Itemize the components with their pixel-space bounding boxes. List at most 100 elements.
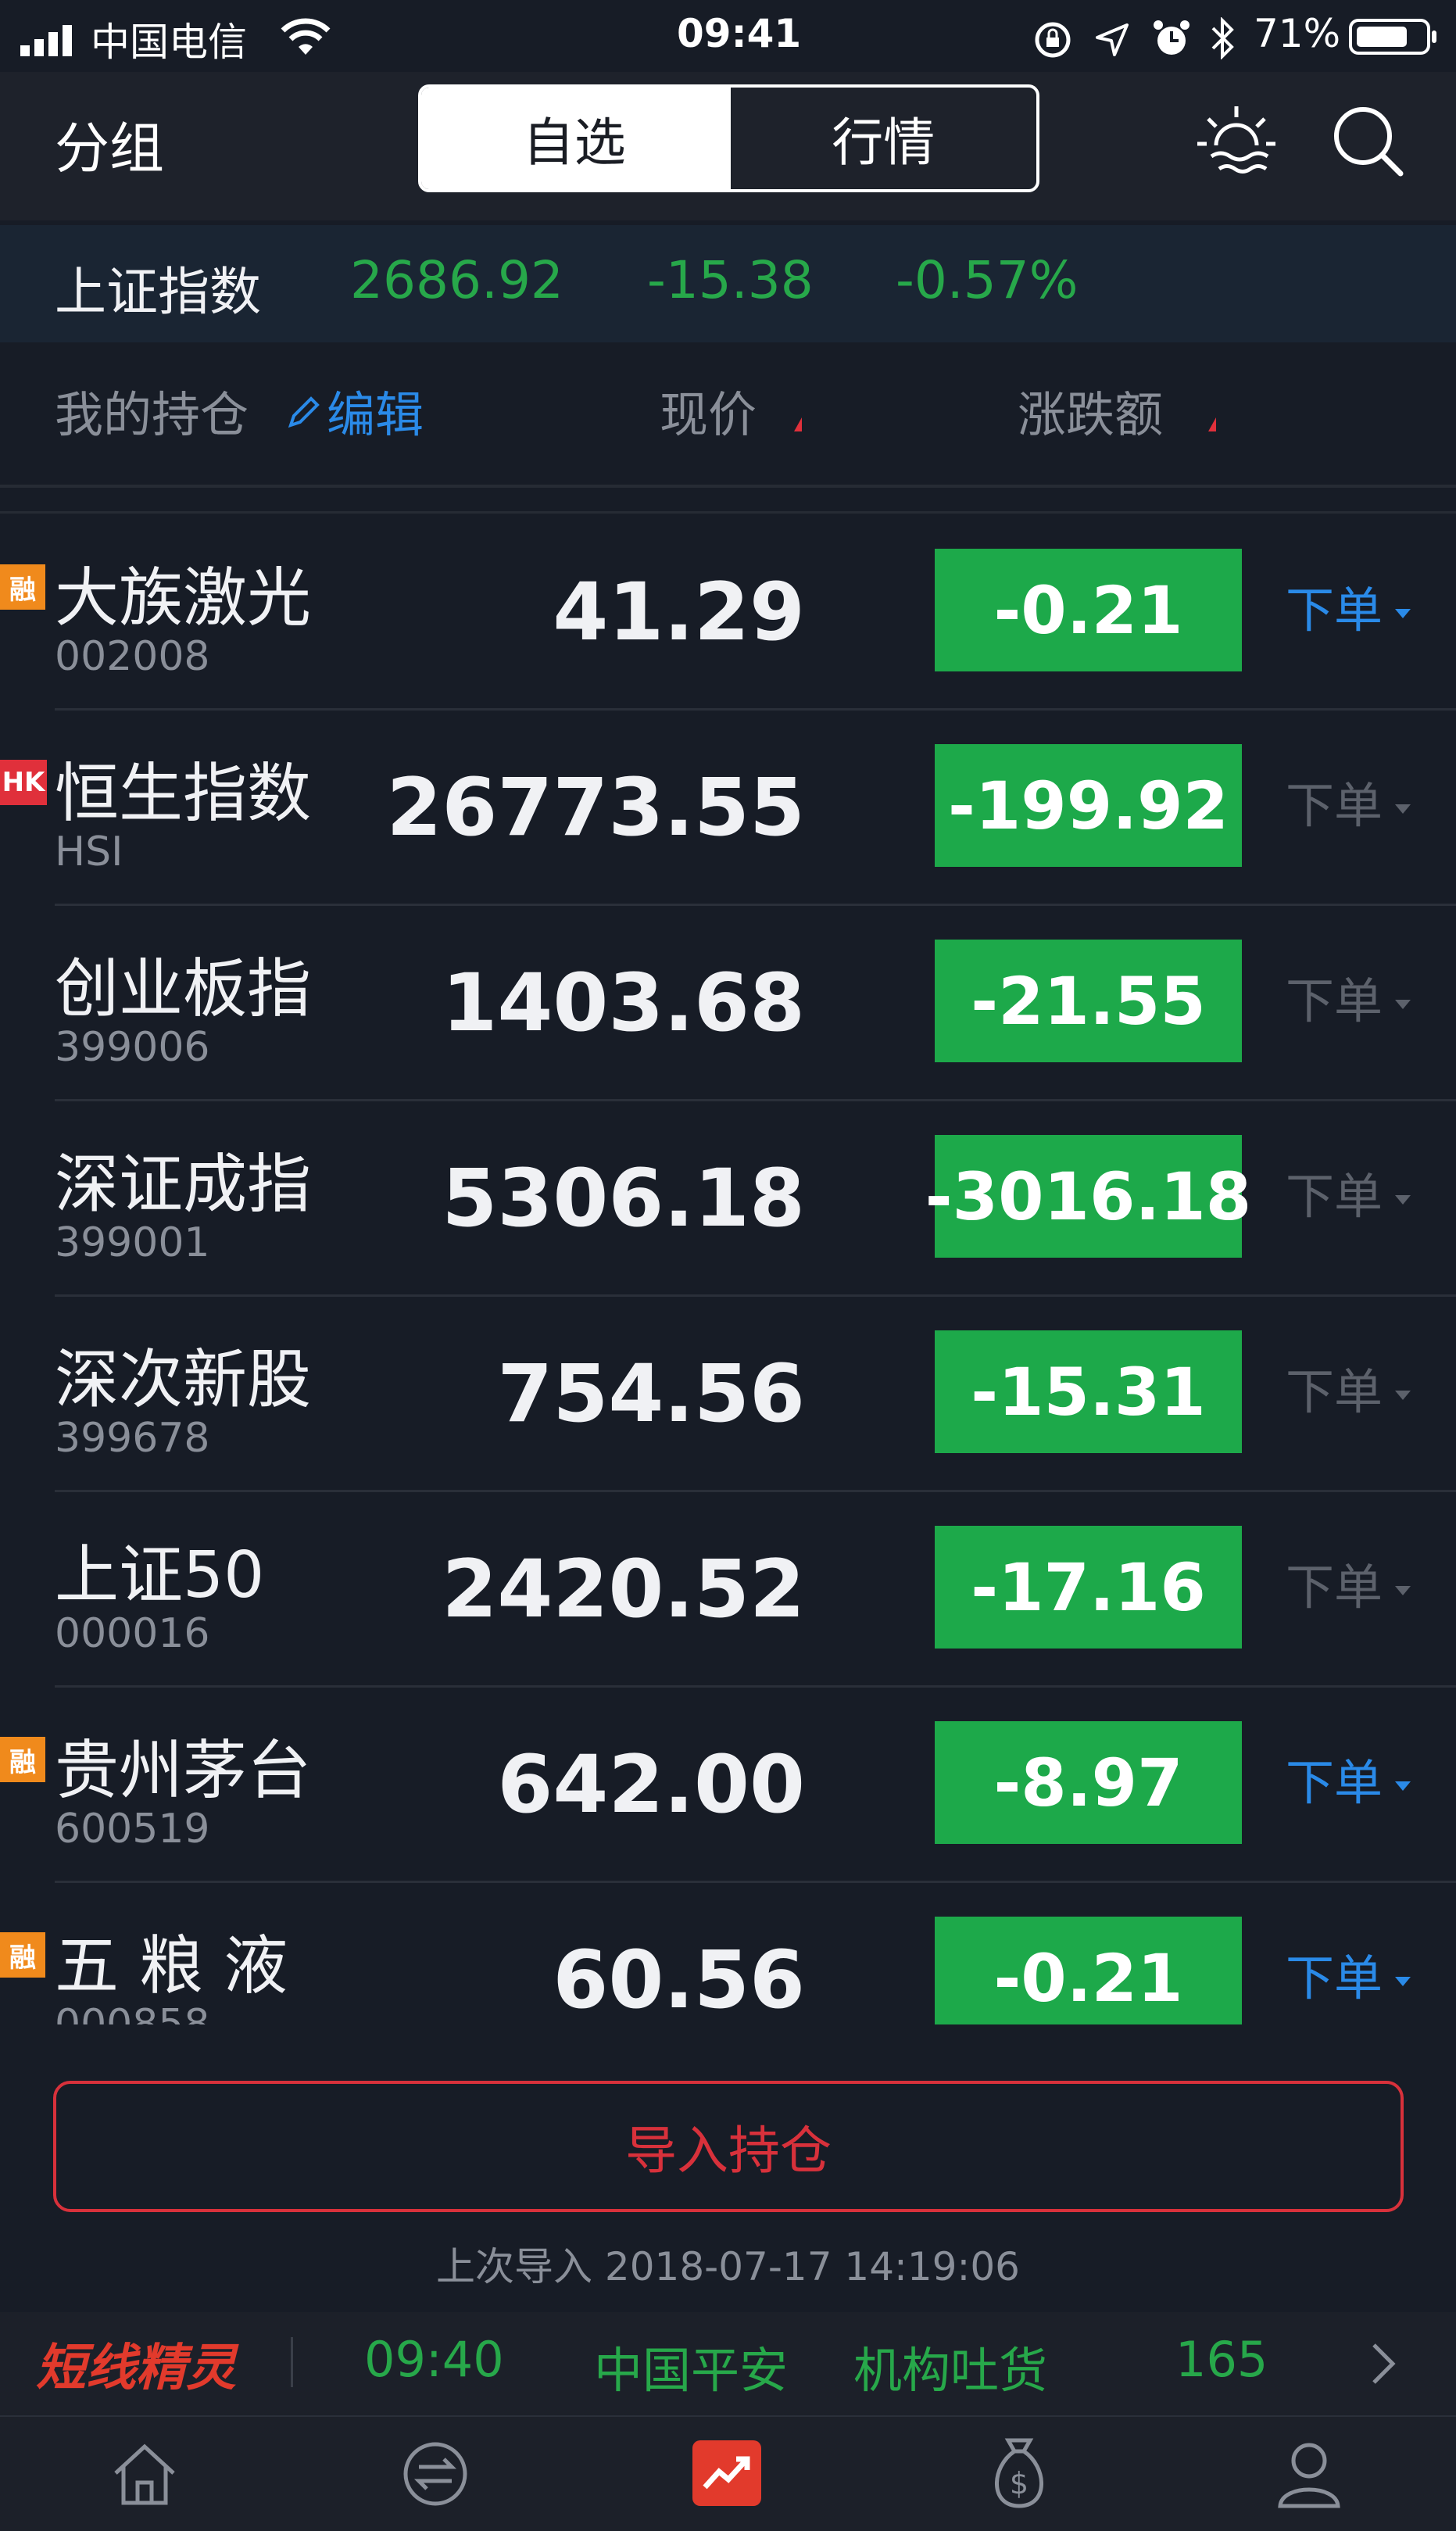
order-button: 下单 [1286, 1548, 1411, 1618]
wifi-icon [280, 17, 331, 59]
wealth-icon[interactable]: $ [986, 2436, 1052, 2514]
change-header[interactable]: 涨跌额 [1018, 375, 1163, 446]
index-name: 上证指数 [55, 262, 261, 322]
status-bar: 中国电信 09:41 71% [0, 0, 1456, 72]
order-button[interactable]: 下单 [1286, 1743, 1411, 1813]
order-label: 下单 [1286, 1949, 1383, 2007]
carrier-label: 中国电信 [91, 20, 247, 65]
row-divider [55, 1099, 1456, 1101]
order-label: 下单 [1286, 1754, 1383, 1811]
dropdown-arrow-icon [1395, 804, 1411, 814]
change-badge[interactable]: -0.21 [935, 1917, 1242, 2039]
change-badge[interactable]: -21.55 [935, 940, 1242, 1062]
alarm-icon [1152, 19, 1191, 61]
rotation-lock-icon [1033, 20, 1072, 63]
ticker-count: 165 [1175, 2331, 1268, 2388]
order-label: 下单 [1286, 582, 1383, 639]
home-icon[interactable] [109, 2439, 180, 2512]
order-label: 下单 [1286, 1559, 1383, 1616]
dropdown-arrow-icon [1395, 1781, 1411, 1791]
row-tag-badge: HK [0, 760, 47, 805]
order-button: 下单 [1286, 1352, 1411, 1423]
last-import-time: 上次导入 2018-07-17 14:19:06 [436, 2244, 1020, 2289]
stock-name: 深次新股 [55, 1343, 312, 1417]
stock-price: 2420.52 [442, 1543, 805, 1636]
dropdown-arrow-icon [1395, 1585, 1411, 1595]
stock-name: 五 粮 液 [55, 1929, 288, 2003]
dropdown-arrow-icon [1395, 999, 1411, 1009]
stock-price: 5306.18 [442, 1152, 805, 1245]
order-button[interactable]: 下单 [1286, 1939, 1411, 2009]
stock-name: 创业板指 [55, 952, 312, 1026]
index-change: -15.38 [647, 250, 814, 310]
stock-price: 41.29 [553, 566, 805, 659]
location-icon [1094, 22, 1130, 61]
stock-code: 002008 [55, 633, 210, 680]
stock-code: 399678 [55, 1415, 210, 1462]
dropdown-arrow-icon [1395, 1976, 1411, 1986]
stock-price: 642.00 [497, 1738, 805, 1831]
order-label: 下单 [1286, 777, 1383, 834]
order-button: 下单 [1286, 961, 1411, 1032]
battery-percent: 71% [1254, 11, 1341, 56]
list-bottom-edge [0, 2024, 1456, 2071]
order-button: 下单 [1286, 766, 1411, 836]
import-holdings-button[interactable]: 导入持仓 [53, 2081, 1404, 2212]
tab-market[interactable]: 行情 [727, 88, 1037, 189]
row-divider [55, 708, 1456, 711]
clock: 09:41 [677, 11, 802, 56]
order-label: 下单 [1286, 1168, 1383, 1225]
dropdown-arrow-icon [1395, 608, 1411, 618]
row-tag-badge: 融 [0, 1932, 45, 1978]
header-divider-2 [0, 511, 1456, 514]
row-tag-badge: 融 [0, 564, 45, 610]
stock-price: 26773.55 [386, 761, 805, 854]
signal-icon [20, 23, 84, 59]
ticker-time: 09:40 [364, 2331, 504, 2388]
change-badge[interactable]: -0.21 [935, 549, 1242, 671]
change-sort-icon[interactable] [1208, 417, 1216, 431]
ticker-brand: 短线精灵 [36, 2339, 236, 2397]
edit-link[interactable]: 编辑 [327, 375, 424, 446]
stock-code: HSI [55, 829, 123, 875]
price-header[interactable]: 现价 [660, 375, 757, 446]
row-tag-badge: 融 [0, 1737, 45, 1782]
header-divider [0, 485, 1456, 488]
order-button[interactable]: 下单 [1286, 571, 1411, 641]
row-divider [55, 1881, 1456, 1883]
change-badge[interactable]: -15.31 [935, 1330, 1242, 1453]
stock-code: 600519 [55, 1806, 210, 1853]
change-badge[interactable]: -3016.18 [925, 1135, 1251, 1258]
change-badge[interactable]: -199.92 [935, 744, 1242, 867]
dropdown-arrow-icon [1395, 1390, 1411, 1400]
tab-watchlist[interactable]: 自选 [421, 88, 728, 189]
pencil-icon[interactable] [286, 396, 320, 433]
stock-name: 大族激光 [55, 561, 312, 635]
dropdown-arrow-icon [1395, 1194, 1411, 1205]
holdings-header: 我的持仓 [55, 386, 249, 443]
stock-name: 贵州茅台 [55, 1734, 312, 1808]
row-divider [55, 1294, 1456, 1297]
row-divider [55, 1685, 1456, 1688]
trade-icon[interactable] [400, 2439, 470, 2512]
stock-name: 恒生指数 [55, 757, 312, 831]
stock-price: 1403.68 [442, 957, 805, 1050]
change-badge[interactable]: -8.97 [935, 1721, 1242, 1844]
stock-name: 上证50 [55, 1538, 265, 1613]
profile-icon[interactable] [1274, 2439, 1344, 2512]
svg-text:$: $ [1010, 2466, 1029, 2501]
weather-icon[interactable] [1196, 102, 1277, 183]
stock-name: 深证成指 [55, 1147, 312, 1222]
market-icon[interactable] [692, 2440, 761, 2509]
search-icon[interactable] [1329, 102, 1407, 183]
change-badge[interactable]: -17.16 [935, 1526, 1242, 1649]
row-divider [55, 1490, 1456, 1492]
battery-icon [1349, 17, 1440, 59]
order-button: 下单 [1286, 1157, 1411, 1227]
stock-price: 754.56 [497, 1348, 805, 1441]
chevron-right-icon[interactable] [1368, 2340, 1399, 2390]
stock-code: 399006 [55, 1024, 210, 1071]
price-sort-icon[interactable] [794, 417, 802, 431]
group-button[interactable]: 分组 [55, 105, 164, 184]
index-percent: -0.57% [896, 250, 1079, 310]
